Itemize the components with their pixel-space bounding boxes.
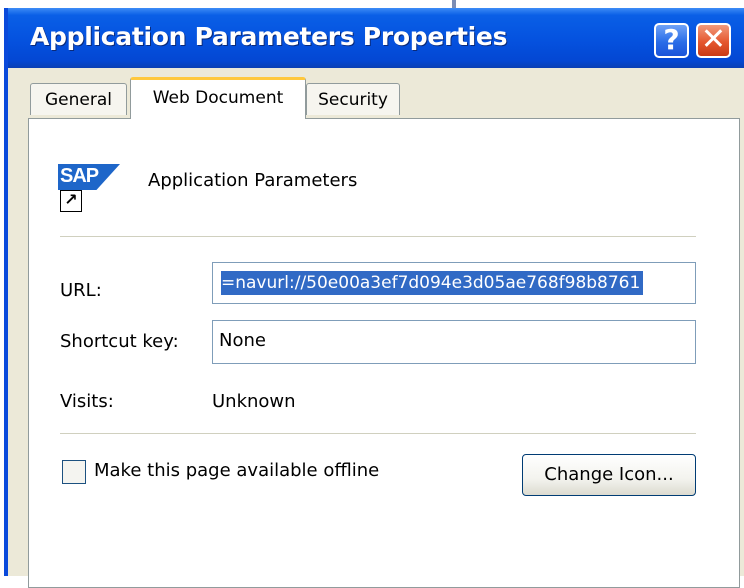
divider <box>60 433 696 434</box>
window-title: Application Parameters Properties <box>30 22 508 51</box>
shortcut-key-value: None <box>219 330 266 351</box>
tab-general[interactable]: General <box>30 83 127 115</box>
close-button[interactable]: ✕ <box>696 23 731 58</box>
url-value-selected: =navurl://50e00a3ef7d094e3d05ae768f98b87… <box>221 271 644 295</box>
offline-checkbox[interactable] <box>62 460 86 484</box>
desktop-background <box>0 0 744 8</box>
tab-web-document[interactable]: Web Document <box>130 77 306 119</box>
title-bar[interactable]: Application Parameters Properties ? ✕ <box>8 8 744 68</box>
shortcut-key-input[interactable]: None <box>212 320 696 364</box>
visits-value: Unknown <box>212 391 296 412</box>
change-icon-button[interactable]: Change Icon... <box>522 454 696 496</box>
url-label: URL: <box>60 280 102 301</box>
offline-checkbox-label[interactable]: Make this page available offline <box>94 460 379 481</box>
app-name: Application Parameters <box>148 170 358 191</box>
shortcut-key-label: Shortcut key: <box>60 331 179 352</box>
visits-label: Visits: <box>60 391 114 412</box>
divider <box>60 236 696 237</box>
url-input[interactable]: =navurl://50e00a3ef7d094e3d05ae768f98b87… <box>212 262 696 304</box>
sap-logo-text: SAP <box>60 165 99 187</box>
shortcut-arrow-icon: ↗ <box>60 190 82 212</box>
help-button[interactable]: ? <box>654 23 689 58</box>
sap-shortcut-icon: SAP ↗ <box>58 160 124 214</box>
tab-security[interactable]: Security <box>306 83 400 115</box>
